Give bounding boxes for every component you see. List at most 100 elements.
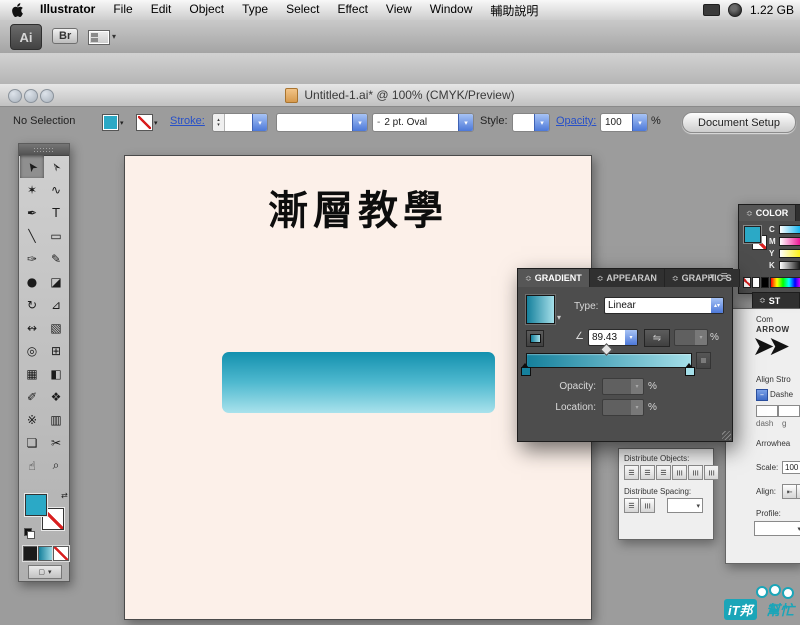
tool-selection[interactable]: ➤ xyxy=(20,155,44,178)
tool-line-segment[interactable]: ╲ xyxy=(20,224,44,247)
black-swatch[interactable] xyxy=(761,277,769,288)
tool-gradient[interactable]: ◧ xyxy=(44,362,68,385)
tool-free-transform[interactable]: ▧ xyxy=(44,316,68,339)
tool-symbol-sprayer[interactable]: ※ xyxy=(20,408,44,431)
white-swatch[interactable] xyxy=(752,277,760,288)
gradient-slider-bar[interactable] xyxy=(526,353,692,368)
style-combo[interactable]: ▾ xyxy=(512,113,550,132)
panel-resize-grip[interactable] xyxy=(722,431,731,440)
tool-scale[interactable]: ⊿ xyxy=(44,293,68,316)
tool-type[interactable]: T xyxy=(44,201,68,224)
opacity-combo[interactable]: 100 ▾ xyxy=(600,113,648,132)
channel-slider[interactable] xyxy=(779,261,800,270)
minimize-button[interactable] xyxy=(24,89,38,103)
tool-rotate[interactable]: ↻ xyxy=(20,293,44,316)
tool-pen[interactable]: ✒ xyxy=(20,201,44,224)
color-mode-button[interactable] xyxy=(23,546,39,561)
gradient-mode-button[interactable] xyxy=(38,546,54,561)
document-title-bar[interactable]: Untitled-1.ai* @ 100% (CMYK/Preview) xyxy=(0,84,800,107)
distribute-right-edges-button[interactable]: ☰ xyxy=(704,465,719,480)
screen-mode-button[interactable]: ▢ ▾ xyxy=(28,565,62,579)
reverse-gradient-button[interactable]: ⇋ xyxy=(644,329,670,347)
menubar-display-icon[interactable] xyxy=(702,4,720,16)
stroke-gradient-button[interactable] xyxy=(526,330,544,347)
tool-column-graph[interactable]: ▥ xyxy=(44,408,68,431)
fill-color-swatch[interactable] xyxy=(102,114,119,131)
distribute-left-edges-button[interactable]: ☰ xyxy=(672,465,687,480)
gradient-rectangle-object[interactable] xyxy=(222,352,495,413)
tool-zoom[interactable]: ⌕ xyxy=(44,454,68,477)
stroke-color-swatch[interactable] xyxy=(136,114,153,131)
apple-menu-icon[interactable] xyxy=(0,3,31,17)
color-spectrum-bar[interactable] xyxy=(770,277,800,288)
tool-direct-selection[interactable]: ➢ xyxy=(44,155,68,178)
tool-magic-wand[interactable]: ✶ xyxy=(20,178,44,201)
chevron-down-icon[interactable]: ▾ xyxy=(112,32,116,41)
artboard-heading-text[interactable]: 漸層教學 xyxy=(125,178,591,236)
gap-field[interactable] xyxy=(778,405,800,417)
tab-graphic-s[interactable]: ≎ GRAPHIC S xyxy=(664,269,740,287)
fill-dropdown-icon[interactable]: ▾ xyxy=(120,119,124,127)
close-button[interactable] xyxy=(8,89,22,103)
distribute-top-edges-button[interactable]: ☰ xyxy=(624,465,639,480)
stroke-panel-tab[interactable]: ≎ ST xyxy=(752,292,800,308)
stroke-weight-combo[interactable]: ▴ ▾ ▾ xyxy=(212,113,268,132)
gradient-thumbnail[interactable] xyxy=(526,295,555,324)
tool-shape-builder[interactable]: ◎ xyxy=(20,339,44,362)
tool-mesh[interactable]: ▦ xyxy=(20,362,44,385)
arrange-documents-icon[interactable] xyxy=(88,30,110,45)
menu-item-4[interactable]: Type xyxy=(233,2,277,19)
swap-fill-stroke-icon[interactable]: ⇄ xyxy=(61,491,68,500)
document-proxy-icon[interactable] xyxy=(285,87,299,103)
channel-slider[interactable] xyxy=(779,237,800,246)
distribute-bottom-edges-button[interactable]: ☰ xyxy=(656,465,671,480)
menu-item-2[interactable]: Edit xyxy=(142,2,181,19)
fill-swatch[interactable] xyxy=(25,494,47,516)
none-mode-button[interactable] xyxy=(53,546,69,561)
variable-width-profile-combo[interactable]: ▾ xyxy=(276,113,368,132)
gradient-stop-end[interactable] xyxy=(685,363,695,376)
tool-lasso[interactable]: ∿ xyxy=(44,178,68,201)
dropdown-icon[interactable]: ▾ xyxy=(352,114,367,131)
minimize-panel-icon[interactable]: ▾ xyxy=(710,272,715,282)
dropdown-icon[interactable]: ▾ xyxy=(534,114,549,131)
opacity-panel-link[interactable]: Opacity: xyxy=(556,115,596,127)
profile-combo[interactable]: ▾ xyxy=(754,521,800,536)
tool-pencil[interactable]: ✎ xyxy=(44,247,68,270)
menu-item-7[interactable]: View xyxy=(377,2,421,19)
channel-slider[interactable] xyxy=(779,249,800,258)
arrowhead-align-end-button[interactable]: ⇥ xyxy=(796,484,800,499)
menubar-activity-icon[interactable] xyxy=(727,3,742,17)
distribute-horizontal-centers-button[interactable]: ☰ xyxy=(688,465,703,480)
channel-slider[interactable] xyxy=(779,225,800,234)
color-fill-swatch[interactable] xyxy=(744,226,761,243)
tool-blend[interactable]: ❖ xyxy=(44,385,68,408)
vertical-distribute-space-button[interactable]: ☰ xyxy=(624,498,639,513)
tab-gradient[interactable]: ≎ GRADIENT xyxy=(518,269,590,287)
none-swatch[interactable] xyxy=(743,277,751,288)
menu-item-8[interactable]: Window xyxy=(421,2,482,19)
menu-item-9[interactable]: 輔助說明 xyxy=(481,2,547,19)
stepper-icon[interactable]: ▴ ▾ xyxy=(213,114,225,131)
document-setup-button[interactable]: Document Setup xyxy=(682,112,796,133)
stroke-panel-link[interactable]: Stroke: xyxy=(170,115,205,127)
dropdown-icon[interactable]: ▾ xyxy=(625,330,637,345)
gradient-stop-start[interactable] xyxy=(521,363,531,376)
tool-slice[interactable]: ✂ xyxy=(44,431,68,454)
scale-field[interactable]: 100 xyxy=(782,461,800,474)
arrowhead-align-start-button[interactable]: ⇤ xyxy=(782,484,797,499)
spacing-value-combo[interactable]: ▾ xyxy=(667,498,703,513)
gradient-type-combo[interactable]: Linear ▴ ▾ xyxy=(604,297,724,314)
brush-definition-combo[interactable]: - 2 pt. Oval ▾ xyxy=(372,113,474,132)
dropdown-icon[interactable]: ▾ xyxy=(458,114,473,131)
tool-hand[interactable]: ☝ xyxy=(20,454,44,477)
tool-artboard[interactable]: ❏ xyxy=(20,431,44,454)
dash-field[interactable] xyxy=(756,405,778,417)
stroke-dropdown-icon[interactable]: ▾ xyxy=(154,119,158,127)
menu-item-6[interactable]: Effect xyxy=(328,2,376,19)
tool-blob-brush[interactable]: ● xyxy=(20,270,44,293)
horizontal-distribute-space-button[interactable]: ☰ xyxy=(640,498,655,513)
bridge-button[interactable]: Br xyxy=(52,28,79,44)
zoom-button[interactable] xyxy=(40,89,54,103)
dashed-line-checkbox[interactable]: – xyxy=(756,389,768,401)
